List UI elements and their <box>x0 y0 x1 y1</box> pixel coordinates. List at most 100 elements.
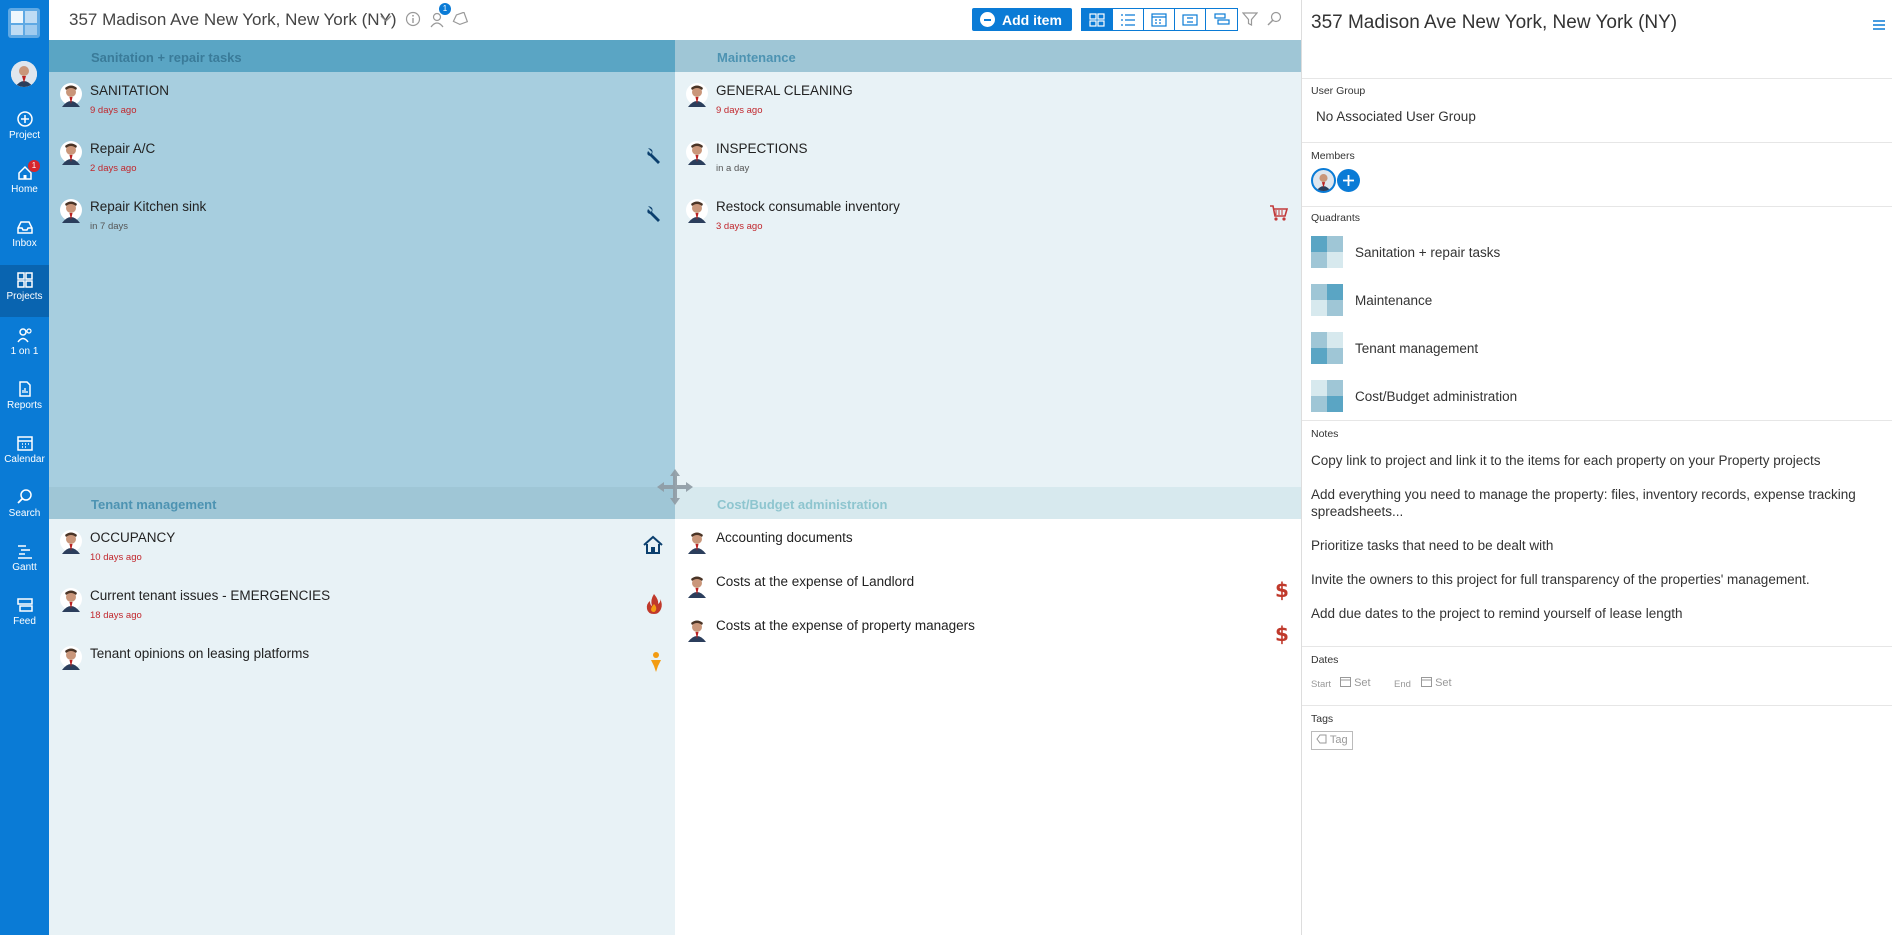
menu-icon[interactable] <box>1872 19 1886 31</box>
nav-home[interactable]: 1 Home <box>0 158 49 210</box>
task-item[interactable]: Current tenant issues - EMERGENCIES 18 da… <box>49 579 675 634</box>
project-title[interactable]: 357 Madison Ave New York, New York (NY) <box>69 10 397 30</box>
set-label: Set <box>1435 677 1452 689</box>
assignee-avatar[interactable] <box>685 198 709 224</box>
nav-projects[interactable]: Projects <box>0 265 49 317</box>
quadrant-name[interactable]: Sanitation + repair tasks <box>1355 245 1500 260</box>
wrench-icon <box>645 204 663 229</box>
task-title[interactable]: Current tenant issues - EMERGENCIES <box>90 588 330 603</box>
calendar-icon <box>16 436 33 451</box>
task-due-date: in a day <box>716 163 750 174</box>
task-item[interactable]: Repair A/C 2 days ago <box>49 132 675 187</box>
assignee-avatar[interactable] <box>59 645 83 671</box>
set-label: Set <box>1354 677 1371 689</box>
set-end-date-button[interactable]: Set <box>1421 676 1452 689</box>
info-icon[interactable] <box>405 11 421 27</box>
add-item-button[interactable]: Add item <box>972 8 1072 31</box>
task-item[interactable]: INSPECTIONS in a day <box>675 132 1301 187</box>
nav-label: Project <box>8 130 41 141</box>
nav-reports[interactable]: Reports <box>0 374 49 426</box>
task-item[interactable]: OCCUPANCY 10 days ago <box>49 521 675 576</box>
note-line[interactable]: Invite the owners to this project for fu… <box>1311 571 1886 588</box>
quadrant-grid-icon <box>1089 12 1105 27</box>
assignee-avatar[interactable] <box>59 529 83 555</box>
assignee-avatar[interactable] <box>685 529 709 555</box>
quadrant-header[interactable]: Maintenance <box>675 40 1301 72</box>
assignee-avatar[interactable] <box>59 587 83 613</box>
nav-gantt[interactable]: Gantt <box>0 536 49 588</box>
user-avatar[interactable] <box>11 61 37 87</box>
task-title[interactable]: GENERAL CLEANING <box>716 83 853 98</box>
task-item[interactable]: GENERAL CLEANING 9 days ago <box>675 74 1301 129</box>
report-icon <box>18 381 31 397</box>
assignee-avatar[interactable] <box>685 140 709 166</box>
task-title[interactable]: Restock consumable inventory <box>716 199 900 214</box>
task-title[interactable]: Costs at the expense of Landlord <box>716 574 914 589</box>
assignee-avatar[interactable] <box>685 573 709 599</box>
board-view-button[interactable] <box>1175 9 1206 30</box>
task-title[interactable]: Repair A/C <box>90 141 155 156</box>
note-line[interactable]: Prioritize tasks that need to be dealt w… <box>1311 537 1886 554</box>
note-line[interactable]: Add everything you need to manage the pr… <box>1311 486 1886 520</box>
move-arrows-icon[interactable] <box>655 467 695 507</box>
assignee-avatar[interactable] <box>59 198 83 224</box>
assignee-avatar[interactable] <box>59 140 83 166</box>
quadrant-thumbnail[interactable] <box>1311 284 1343 316</box>
nav-inbox[interactable]: Inbox <box>0 212 49 264</box>
nav-search[interactable]: Search <box>0 482 49 534</box>
quadrant-header[interactable]: Sanitation + repair tasks <box>49 40 675 72</box>
user-group-select[interactable]: No Associated User Group <box>1316 109 1476 124</box>
add-member-button[interactable] <box>1337 169 1360 192</box>
grid-icon <box>16 272 33 288</box>
quadrant-header[interactable]: Cost/Budget administration <box>675 487 1301 519</box>
quadrant-thumbnail[interactable] <box>1311 332 1343 364</box>
plus-circle-icon <box>980 12 995 27</box>
quadrant-thumbnail[interactable] <box>1311 236 1343 268</box>
calendar-icon <box>1421 677 1432 687</box>
task-item[interactable]: Restock consumable inventory 3 days ago <box>675 190 1301 245</box>
filter-icon[interactable] <box>1242 11 1258 27</box>
task-title[interactable]: INSPECTIONS <box>716 141 808 156</box>
list-view-button[interactable] <box>1113 9 1144 30</box>
quadrant-header[interactable]: Tenant management <box>49 487 675 519</box>
task-item[interactable]: Repair Kitchen sink in 7 days <box>49 190 675 245</box>
nav-feed[interactable]: Feed <box>0 590 49 642</box>
task-title[interactable]: SANITATION <box>90 83 169 98</box>
task-due-date: 2 days ago <box>90 163 137 174</box>
set-start-date-button[interactable]: Set <box>1340 676 1371 689</box>
task-item[interactable]: Tenant opinions on leasing platforms <box>49 637 675 692</box>
nav-calendar[interactable]: Calendar <box>0 428 49 480</box>
tag-label: Tag <box>1329 734 1348 746</box>
quadrant-name[interactable]: Maintenance <box>1355 293 1432 308</box>
board-icon <box>1182 13 1198 26</box>
calendar-view-button[interactable] <box>1144 9 1175 30</box>
note-line[interactable]: Copy link to project and link it to the … <box>1311 452 1886 469</box>
quadrant-thumbnail[interactable] <box>1311 380 1343 412</box>
quadrant-name[interactable]: Cost/Budget administration <box>1355 389 1517 404</box>
assignee-avatar[interactable] <box>59 82 83 108</box>
task-title[interactable]: Repair Kitchen sink <box>90 199 206 214</box>
note-line[interactable]: Add due dates to the project to remind y… <box>1311 605 1886 622</box>
chevron-down-icon[interactable] <box>380 14 392 24</box>
assignee-avatar[interactable] <box>685 617 709 643</box>
task-item[interactable]: SANITATION 9 days ago <box>49 74 675 129</box>
task-title[interactable]: Accounting documents <box>716 530 853 545</box>
nav-project[interactable]: Project <box>0 104 49 156</box>
wrench-icon <box>645 146 663 171</box>
panel-title[interactable]: 357 Madison Ave New York, New York (NY) <box>1311 12 1677 34</box>
task-due-date: 9 days ago <box>90 105 137 116</box>
app-logo-icon[interactable] <box>6 6 42 40</box>
task-title[interactable]: OCCUPANCY <box>90 530 175 545</box>
nav-one-on-one[interactable]: 1 on 1 <box>0 320 49 372</box>
assignee-avatar[interactable] <box>685 82 709 108</box>
quadrant-view-button[interactable] <box>1082 9 1113 30</box>
gantt-view-button[interactable] <box>1206 9 1237 30</box>
add-tag-button[interactable]: Tag <box>1311 731 1353 750</box>
search-icon[interactable] <box>1266 11 1282 27</box>
tag-icon[interactable] <box>451 12 469 26</box>
quadrant-name[interactable]: Tenant management <box>1355 341 1478 356</box>
task-title[interactable]: Tenant opinions on leasing platforms <box>90 646 309 661</box>
task-item[interactable]: Costs at the expense of property manager… <box>675 609 1301 664</box>
task-title[interactable]: Costs at the expense of property manager… <box>716 618 975 633</box>
member-avatar[interactable] <box>1311 168 1336 193</box>
